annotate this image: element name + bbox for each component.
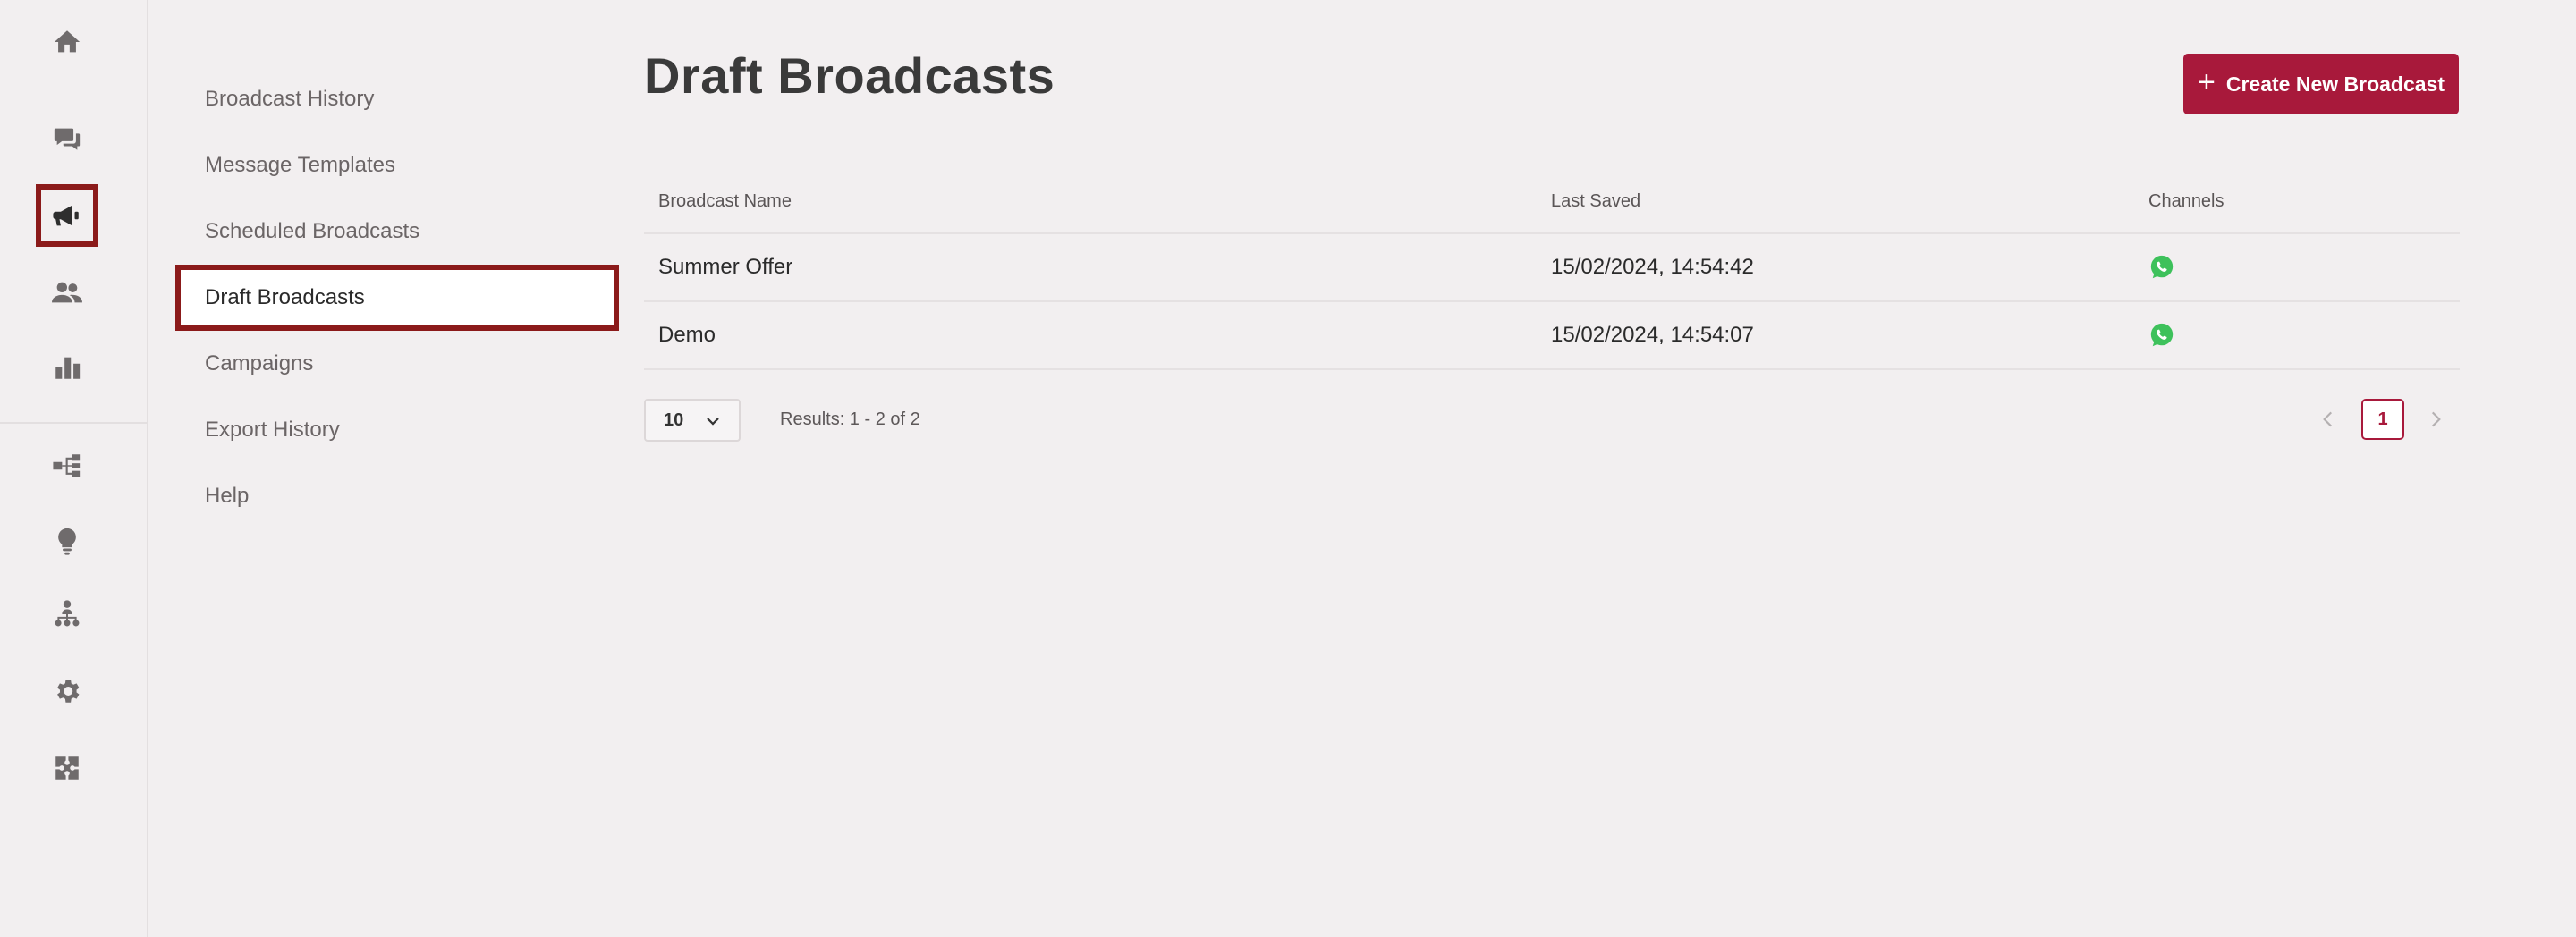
channels-cell bbox=[2136, 254, 2460, 281]
whatsapp-icon bbox=[2150, 255, 2174, 279]
column-header-channels[interactable]: Channels bbox=[2136, 191, 2460, 212]
gear-icon[interactable] bbox=[36, 660, 98, 722]
table-row[interactable]: Summer Offer 15/02/2024, 14:54:42 bbox=[644, 234, 2460, 302]
whatsapp-icon bbox=[2150, 323, 2174, 347]
analytics-icon[interactable] bbox=[36, 336, 98, 399]
icon-rail bbox=[0, 0, 148, 937]
broadcast-subnav: Broadcast History Message Templates Sche… bbox=[175, 66, 619, 529]
subnav-item-draft-broadcasts[interactable]: Draft Broadcasts bbox=[175, 265, 619, 331]
drafts-table: Broadcast Name Last Saved Channels Summe… bbox=[644, 170, 2460, 370]
last-saved-cell: 15/02/2024, 14:54:42 bbox=[1551, 255, 1754, 279]
chat-icon[interactable] bbox=[36, 107, 98, 170]
page-size-select[interactable]: 10 bbox=[644, 399, 741, 442]
next-page-icon[interactable] bbox=[2424, 408, 2447, 431]
home-icon[interactable] bbox=[36, 11, 98, 73]
column-header-broadcast-name[interactable]: Broadcast Name bbox=[644, 191, 1538, 212]
create-new-broadcast-label: Create New Broadcast bbox=[2225, 72, 2445, 96]
subnav-item-message-templates[interactable]: Message Templates bbox=[175, 132, 619, 198]
page-title: Draft Broadcasts bbox=[644, 47, 1055, 104]
integrations-icon[interactable] bbox=[36, 737, 98, 799]
subnav-item-scheduled-broadcasts[interactable]: Scheduled Broadcasts bbox=[175, 198, 619, 265]
team-hierarchy-icon[interactable] bbox=[36, 583, 98, 646]
channels-cell bbox=[2136, 322, 2460, 349]
lightbulb-icon[interactable] bbox=[36, 510, 98, 572]
table-header: Broadcast Name Last Saved Channels bbox=[644, 170, 2460, 234]
subnav-item-broadcast-history[interactable]: Broadcast History bbox=[175, 66, 619, 132]
column-header-last-saved[interactable]: Last Saved bbox=[1538, 191, 2136, 212]
broadcast-name-cell[interactable]: Demo bbox=[644, 323, 1538, 348]
subnav-item-campaigns[interactable]: Campaigns bbox=[175, 331, 619, 397]
table-row[interactable]: Demo 15/02/2024, 14:54:07 bbox=[644, 302, 2460, 370]
results-count: Results: 1 - 2 of 2 bbox=[780, 409, 920, 429]
page-number-current[interactable]: 1 bbox=[2361, 399, 2404, 440]
last-saved-cell: 15/02/2024, 14:54:07 bbox=[1551, 323, 1754, 347]
subnav-item-help[interactable]: Help bbox=[175, 463, 619, 529]
megaphone-icon[interactable] bbox=[36, 184, 98, 247]
pagination-bar: 10 Results: 1 - 2 of 2 1 bbox=[644, 399, 2460, 442]
chevron-down-icon bbox=[707, 418, 719, 426]
workflow-icon[interactable] bbox=[36, 435, 98, 497]
broadcast-name-cell[interactable]: Summer Offer bbox=[644, 255, 1538, 280]
previous-page-icon[interactable] bbox=[2317, 408, 2340, 431]
page-size-value: 10 bbox=[664, 409, 684, 430]
rail-divider bbox=[0, 422, 148, 424]
contacts-icon[interactable] bbox=[36, 261, 98, 324]
plus-icon: + bbox=[2197, 65, 2216, 99]
subnav-item-export-history[interactable]: Export History bbox=[175, 397, 619, 463]
create-new-broadcast-button[interactable]: + Create New Broadcast bbox=[2183, 54, 2459, 114]
